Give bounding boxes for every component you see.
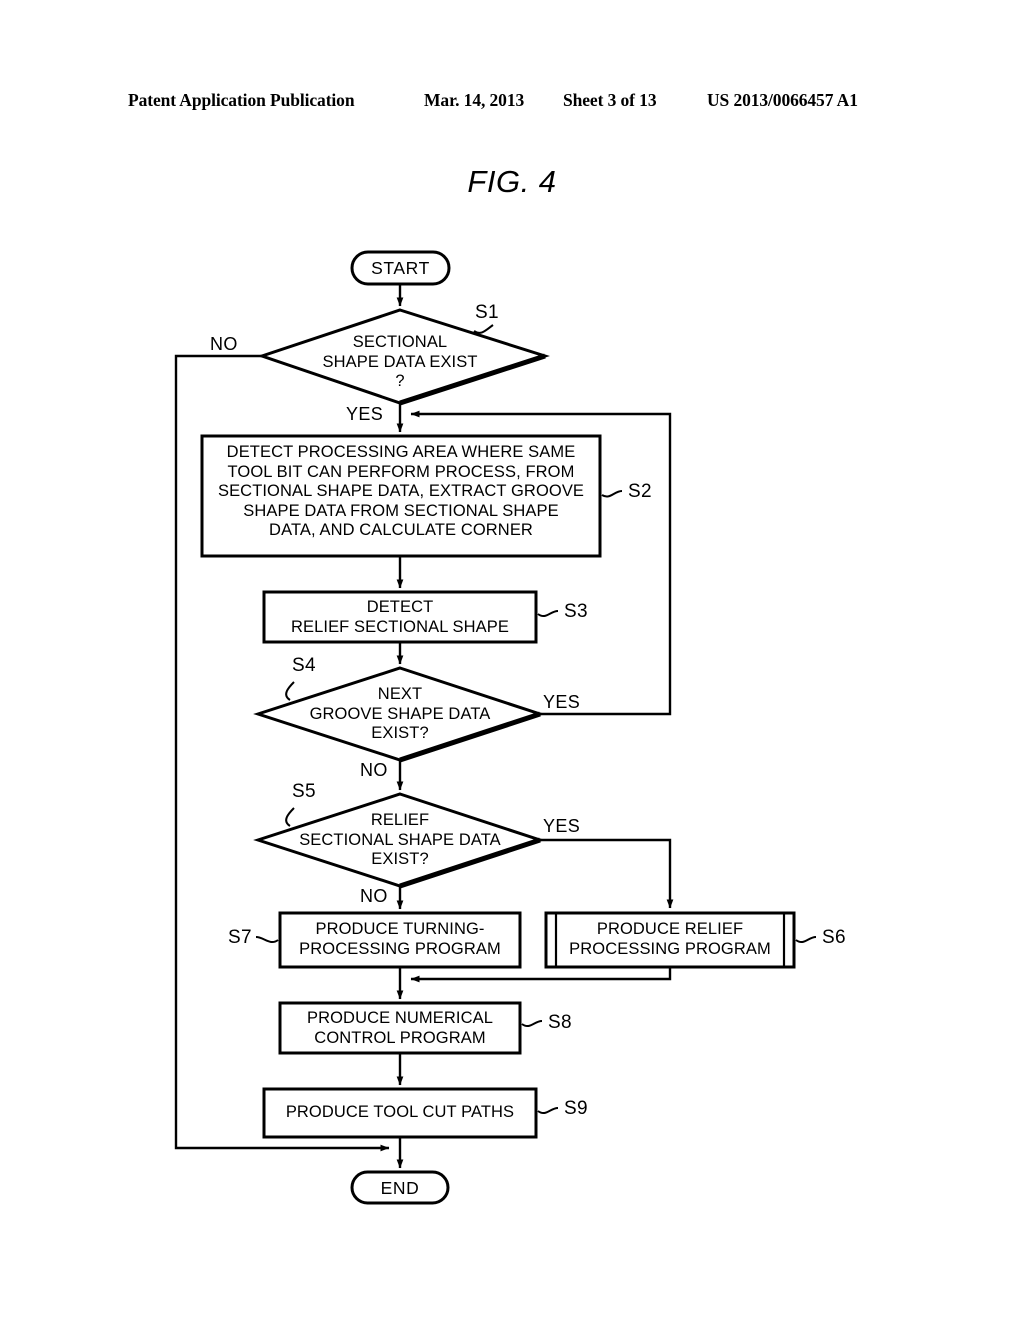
step-tag-s7: S7: [228, 927, 252, 948]
node-s1-label: SECTIONAL SHAPE DATA EXIST ?: [322, 333, 478, 390]
step-tag-s4: S4: [292, 655, 316, 676]
step-tag-s3: S3: [564, 601, 588, 622]
node-s3-label: DETECT RELIEF SECTIONAL SHAPE: [291, 598, 509, 636]
flowchart: START SECTIONAL SHAPE DATA EXIST ? DETEC…: [0, 0, 1024, 1320]
node-s2-label: DETECT PROCESSING AREA WHERE SAME TOOL B…: [217, 443, 585, 539]
step-tag-s2: S2: [628, 481, 652, 502]
node-s9-label: PRODUCE TOOL CUT PATHS: [285, 1103, 515, 1121]
leader-s3: [537, 610, 559, 618]
step-tag-s9: S9: [564, 1098, 588, 1119]
node-s8-label: PRODUCE NUMERICAL CONTROL PROGRAM: [307, 1009, 493, 1047]
branch-label-s5-no: NO: [360, 886, 388, 906]
step-tag-s6: S6: [822, 927, 846, 948]
node-s5-label: RELIEF SECTIONAL SHAPE DATA EXIST?: [299, 811, 501, 868]
branch-label-s4-yes: YES: [543, 692, 581, 712]
leader-s1: [473, 324, 494, 334]
leader-s6: [795, 936, 817, 944]
node-start-label: START: [371, 258, 430, 278]
branch-label-s1-no: NO: [210, 334, 238, 354]
leader-s9: [537, 1107, 559, 1115]
node-s4-label: NEXT GROOVE SHAPE DATA EXIST?: [309, 685, 491, 742]
node-end-label: END: [380, 1178, 420, 1198]
node-s6-label: PRODUCE RELIEF PROCESSING PROGRAM: [569, 920, 771, 958]
step-tag-s1: S1: [475, 302, 499, 323]
step-tag-s8: S8: [548, 1012, 572, 1033]
leader-s2: [601, 490, 623, 498]
edge-s5-yes: [540, 838, 674, 909]
leader-s8: [521, 1020, 543, 1028]
branch-label-s1-yes: YES: [346, 404, 384, 424]
branch-label-s5-yes: YES: [543, 816, 581, 836]
node-s7-label: PRODUCE TURNING- PROCESSING PROGRAM: [299, 920, 501, 958]
branch-label-s4-no: NO: [360, 760, 388, 780]
step-tag-s5: S5: [292, 781, 316, 802]
edge-s6-to-s8: [410, 967, 672, 983]
leader-s7: [255, 936, 279, 944]
